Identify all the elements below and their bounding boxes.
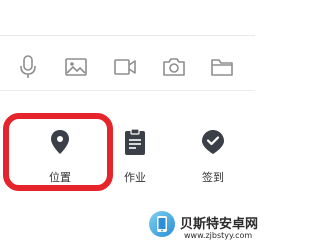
watermark-url: www.zjbstyy.com [184,231,253,240]
clipboard-icon [105,122,165,162]
top-bar [0,0,255,36]
homework-label: 作业 [124,171,146,184]
microphone-icon[interactable] [11,50,45,84]
check-shield-icon [183,122,243,162]
video-icon[interactable] [108,50,142,84]
divider [0,90,255,91]
homework-action[interactable]: 作业 [105,122,165,192]
highlight-box [3,113,113,191]
camera-icon[interactable] [157,50,191,84]
folder-icon[interactable] [205,50,239,84]
watermark-logo-icon [149,211,175,237]
watermark-title: 贝斯特安卓网 [180,217,259,232]
image-icon[interactable] [59,50,93,84]
checkin-label: 签到 [202,171,224,184]
checkin-action[interactable]: 签到 [183,122,243,192]
watermark: 贝斯特安卓网 www.zjbstyy.com [146,205,259,248]
